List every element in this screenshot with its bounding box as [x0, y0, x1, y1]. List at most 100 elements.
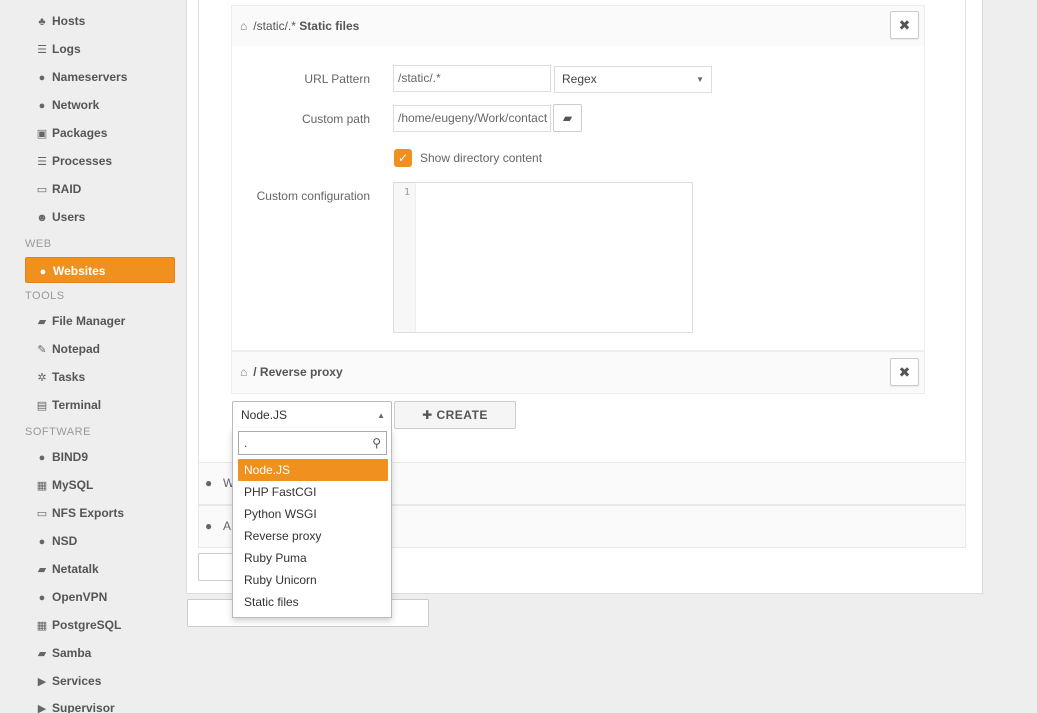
folder-icon: ▰ [562, 111, 573, 125]
sidebar-item-label: Users [52, 210, 86, 224]
sitemap-icon: ♣ [38, 16, 46, 28]
table-icon: ▦ [36, 620, 48, 632]
sidebar-item-label: Samba [52, 646, 92, 660]
location-type-select[interactable]: Node.JS ▲ [232, 401, 392, 429]
sidebar-item-raid[interactable]: ▭ RAID [25, 176, 175, 202]
sidebar-item-label: Netatalk [52, 562, 99, 576]
globe-icon: ● [38, 72, 46, 84]
plus-icon: ✚ [422, 408, 433, 422]
sidebar-item-label: Network [52, 98, 100, 112]
browse-folder-button[interactable]: ▰ [553, 104, 582, 132]
location-header[interactable]: ⌂ / Reverse proxy [232, 352, 924, 392]
folder-icon: ▰ [37, 564, 47, 576]
location-type-value: Node.JS [241, 408, 288, 422]
sidebar-item-nfs-exports[interactable]: ▭ NFS Exports [25, 500, 175, 526]
dropdown-option-static-files[interactable]: Static files [238, 591, 388, 613]
hdd-icon: ▭ [36, 508, 48, 520]
custom-config-editor[interactable]: 1 [393, 182, 693, 333]
custom-path-label: Custom path [301, 112, 370, 126]
sidebar-item-label: Tasks [52, 370, 86, 384]
globe-icon: ● [38, 536, 46, 548]
play-icon: ▶ [37, 703, 47, 713]
match-type-select[interactable]: Regex ▼ [554, 66, 712, 93]
sidebar-item-label: PostgreSQL [52, 618, 122, 632]
location-path: /static/.* [253, 19, 296, 33]
remove-location-button[interactable]: ✖ [890, 11, 919, 39]
dropdown-option-reverse-proxy[interactable]: Reverse proxy [238, 525, 388, 547]
sidebar-item-notepad[interactable]: ✎ Notepad [25, 336, 175, 362]
sidebar-item-packages[interactable]: ▣ Packages [25, 120, 175, 146]
sidebar-item-label: Logs [52, 42, 81, 56]
location-type: Static files [299, 19, 360, 33]
sidebar-item-label: Packages [52, 126, 108, 140]
sidebar-item-label: Processes [52, 154, 113, 168]
create-location-button[interactable]: ✚ CREATE [394, 401, 516, 429]
show-directory-label: Show directory content [420, 151, 543, 165]
sidebar-item-label: Services [52, 674, 102, 688]
sidebar-item-websites[interactable]: ● Websites [25, 257, 175, 283]
gift-icon: ▣ [36, 128, 48, 140]
sidebar-item-nameservers[interactable]: ● Nameservers [25, 64, 175, 90]
table-icon: ▦ [36, 480, 48, 492]
line-number: 1 [394, 183, 416, 332]
home-icon: ⌂ [240, 365, 248, 379]
show-directory-checkbox[interactable]: ✓ [394, 149, 412, 167]
sidebar-item-postgresql[interactable]: ▦ PostgreSQL [25, 612, 175, 638]
section-web: WEB [25, 238, 52, 250]
sidebar-item-label: Websites [53, 264, 106, 278]
location-header[interactable]: ⌂ /static/.* Static files [232, 6, 924, 46]
sidebar-item-users[interactable]: ☻ Users [25, 204, 175, 230]
sidebar-item-netatalk[interactable]: ▰ Netatalk [25, 556, 175, 582]
sidebar-item-services[interactable]: ▶ Services [25, 668, 175, 694]
location-card-proxy: ⌂ / Reverse proxy [231, 351, 925, 394]
sidebar-item-label: OpenVPN [52, 590, 108, 604]
sidebar-item-tasks[interactable]: ✲ Tasks [25, 364, 175, 390]
sidebar-item-supervisor[interactable]: ▶ Supervisor [25, 695, 175, 713]
sidebar-item-file-manager[interactable]: ▰ File Manager [25, 308, 175, 334]
sidebar-item-logs[interactable]: ☰ Logs [25, 36, 175, 62]
sidebar-item-mysql[interactable]: ▦ MySQL [25, 472, 175, 498]
caret-down-icon: ▼ [696, 75, 704, 84]
sidebar-item-bind9[interactable]: ● BIND9 [25, 444, 175, 470]
sidebar-item-network[interactable]: ● Network [25, 92, 175, 118]
close-icon: ✖ [898, 17, 911, 33]
globe-icon: ● [205, 476, 213, 490]
globe-icon: ● [38, 592, 46, 604]
sidebar-item-label: Terminal [52, 398, 102, 412]
globe-icon: ● [38, 452, 46, 464]
sidebar-item-label: MySQL [52, 478, 94, 492]
sidebar-item-nsd[interactable]: ● NSD [25, 528, 175, 554]
dropdown-option-ruby-unicorn[interactable]: Ruby Unicorn [238, 569, 388, 591]
globe-icon: ● [205, 519, 213, 533]
search-icon: ⚲ [372, 436, 381, 450]
folder-open-icon: ▰ [37, 316, 47, 328]
location-path: / Reverse proxy [253, 365, 343, 379]
dropdown-search-input[interactable]: . ⚲ [238, 431, 387, 455]
section-software: SOFTWARE [25, 426, 91, 438]
custom-path-input[interactable]: /home/eugeny/Work/contact [393, 105, 551, 132]
sidebar-item-label: Notepad [52, 342, 100, 356]
url-pattern-label: URL Pattern [304, 72, 370, 86]
sidebar-item-label: NFS Exports [52, 506, 125, 520]
sidebar-item-label: Hosts [52, 14, 86, 28]
sidebar-item-openvpn[interactable]: ● OpenVPN [25, 584, 175, 610]
sidebar-item-processes[interactable]: ☰ Processes [25, 148, 175, 174]
remove-location-button[interactable]: ✖ [890, 358, 919, 386]
dropdown-option-nodejs[interactable]: Node.JS [238, 459, 388, 481]
sidebar-item-hosts[interactable]: ♣ Hosts [25, 8, 175, 34]
play-icon: ▶ [37, 676, 47, 688]
dropdown-option-ruby-puma[interactable]: Ruby Puma [238, 547, 388, 569]
dropdown-option-python-wsgi[interactable]: Python WSGI [238, 503, 388, 525]
dropdown-option-php-fastcgi[interactable]: PHP FastCGI [238, 481, 388, 503]
cog-icon: ✲ [37, 372, 47, 384]
check-icon: ✓ [397, 151, 409, 165]
sidebar-item-label: Supervisor [52, 701, 115, 713]
search-value: . [244, 436, 248, 450]
terminal-icon: ▤ [36, 400, 48, 412]
sidebar-item-samba[interactable]: ▰ Samba [25, 640, 175, 666]
globe-icon: ● [38, 100, 46, 112]
sidebar-item-label: RAID [52, 182, 82, 196]
sidebar-item-terminal[interactable]: ▤ Terminal [25, 392, 175, 418]
home-icon: ⌂ [240, 19, 248, 33]
url-pattern-input[interactable]: /static/.* [393, 65, 551, 92]
